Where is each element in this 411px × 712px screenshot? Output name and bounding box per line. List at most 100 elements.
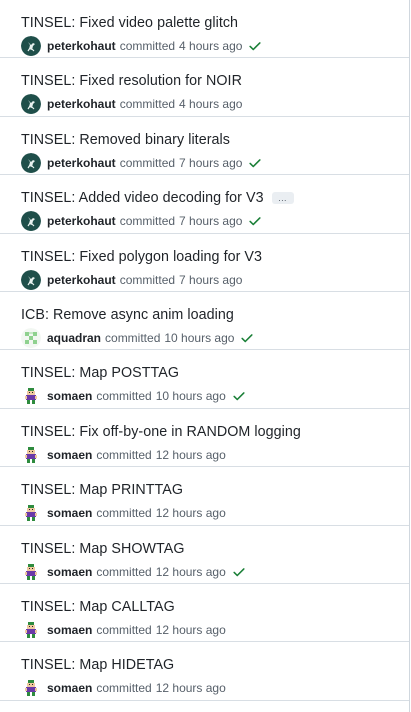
commit-meta: somaen committed 10 hours ago: [21, 386, 401, 407]
commit-meta: somaen committed 12 hours ago: [21, 619, 401, 640]
avatar-aqua-icon[interactable]: [21, 327, 41, 348]
committed-label: committed: [119, 97, 176, 112]
avatar-somaen-icon[interactable]: [21, 386, 41, 407]
author-link[interactable]: somaen: [47, 506, 92, 520]
author-link[interactable]: aquadran: [47, 331, 101, 345]
author-link[interactable]: somaen: [47, 623, 92, 637]
commit-title-line: TINSEL: Map PRINTTAG: [21, 480, 401, 500]
author-link[interactable]: peterkohaut: [47, 39, 116, 53]
author-link[interactable]: peterkohaut: [47, 156, 116, 170]
commit-title-link[interactable]: TINSEL: Fixed polygon loading for V3: [21, 249, 262, 265]
commit-title-link[interactable]: ICB: Remove async anim loading: [21, 307, 234, 323]
avatar-peter-icon[interactable]: [21, 152, 41, 173]
commit-time: 12 hours ago: [155, 564, 226, 579]
author-link[interactable]: somaen: [47, 565, 92, 579]
author-link[interactable]: peterkohaut: [47, 97, 116, 111]
commit-row: TINSEL: Fix off-by-one in RANDOM logging…: [0, 409, 409, 468]
commit-meta: peterkohaut committed 7 hours ago: [21, 269, 401, 290]
author-link[interactable]: somaen: [47, 448, 92, 462]
committed-label: committed: [96, 506, 152, 521]
commit-row: TINSEL: Fixed video palette glitch peter…: [0, 0, 409, 59]
committed-label: committed: [96, 447, 152, 462]
commit-title-line: TINSEL: Map POSTTAG: [21, 363, 401, 383]
avatar-image: [21, 211, 41, 232]
avatar-image: [21, 503, 41, 524]
checks-passed-icon[interactable]: [232, 565, 246, 579]
commit-title-line: TINSEL: Map SHOWTAG: [21, 539, 401, 559]
checks-passed-icon[interactable]: [232, 389, 246, 403]
commit-row: TINSEL: Map PRINTTAG somaen committed 12…: [0, 467, 409, 526]
commit-row: TINSEL: Map POSTTAG somaen committed 10 …: [0, 350, 409, 409]
commit-title-link[interactable]: TINSEL: Added video decoding for V3: [21, 190, 264, 206]
commit-title-line: TINSEL: Added video decoding for V3 …: [21, 188, 401, 208]
commit-title-line: ICB: Remove async anim loading: [21, 305, 401, 325]
avatar-somaen-icon[interactable]: [21, 444, 41, 465]
commit-title-line: TINSEL: Map HIDETAG: [21, 655, 401, 675]
commit-meta: somaen committed 12 hours ago: [21, 678, 401, 699]
avatar-somaen-icon[interactable]: [21, 561, 41, 582]
committed-label: committed: [119, 214, 176, 229]
commit-title-line: TINSEL: Fixed resolution for NOIR: [21, 71, 401, 91]
avatar-image: [21, 619, 41, 640]
checks-passed-icon[interactable]: [240, 331, 254, 345]
avatar-somaen-icon[interactable]: [21, 678, 41, 699]
checks-passed-icon[interactable]: [248, 39, 262, 53]
avatar-somaen-icon[interactable]: [21, 619, 41, 640]
commit-time: 7 hours ago: [179, 155, 243, 170]
commit-meta: peterkohaut committed 4 hours ago: [21, 94, 401, 115]
commit-time: 12 hours ago: [155, 622, 226, 637]
commit-meta: peterkohaut committed 4 hours ago: [21, 36, 401, 56]
commit-title-link[interactable]: TINSEL: Fixed video palette glitch: [21, 15, 238, 31]
committed-label: committed: [96, 622, 152, 637]
commit-meta: aquadran committed 10 hours ago: [21, 327, 401, 348]
committed-label: committed: [119, 155, 176, 170]
commit-title-link[interactable]: TINSEL: Map POSTTAG: [21, 365, 179, 381]
commit-time: 12 hours ago: [155, 681, 226, 696]
commit-row: TINSEL: Map SHOWTAG somaen committed 12 …: [0, 526, 409, 584]
commit-list: TINSEL: Fixed video palette glitch peter…: [0, 0, 410, 712]
checks-passed-icon[interactable]: [248, 156, 262, 170]
commit-row: TINSEL: Added video decoding for V3 … pe…: [0, 175, 409, 234]
expand-description-button[interactable]: …: [271, 192, 294, 205]
author-link[interactable]: peterkohaut: [47, 214, 116, 228]
avatar-peter-icon[interactable]: [21, 211, 41, 232]
avatar-image: [21, 327, 41, 348]
commit-row: ICB: Remove async anim loading aquadran …: [0, 292, 409, 351]
commit-time: 10 hours ago: [155, 389, 226, 404]
author-link[interactable]: somaen: [47, 681, 92, 695]
committed-label: committed: [96, 389, 152, 404]
author-link[interactable]: somaen: [47, 389, 92, 403]
commit-row: TINSEL: Map CALLTAG somaen committed 12 …: [0, 584, 409, 643]
author-link[interactable]: peterkohaut: [47, 273, 116, 287]
commit-title-link[interactable]: TINSEL: Fix off-by-one in RANDOM logging: [21, 424, 301, 440]
commit-time: 12 hours ago: [155, 447, 226, 462]
commit-title-link[interactable]: TINSEL: Fixed resolution for NOIR: [21, 73, 242, 89]
commit-title-link[interactable]: TINSEL: Removed binary literals: [21, 132, 230, 148]
commit-time: 4 hours ago: [179, 39, 243, 53]
commit-row: TINSEL: Map HIDETAG somaen committed 12 …: [0, 642, 409, 701]
commit-meta: peterkohaut committed 7 hours ago: [21, 152, 401, 173]
avatar-image: [21, 561, 41, 582]
committed-label: committed: [96, 681, 152, 696]
commit-title-line: TINSEL: Map CALLTAG: [21, 597, 401, 617]
avatar-peter-icon[interactable]: [21, 269, 41, 290]
commit-row: TINSEL: Removed binary literals peterkoh…: [0, 117, 409, 176]
commit-row: TINSEL: Fixed resolution for NOIR peterk…: [0, 58, 409, 117]
commit-title-line: TINSEL: Fix off-by-one in RANDOM logging: [21, 422, 401, 442]
commit-title-link[interactable]: TINSEL: Map SHOWTAG: [21, 541, 185, 557]
avatar-peter-icon[interactable]: [21, 94, 41, 115]
commit-title-link[interactable]: TINSEL: Map CALLTAG: [21, 599, 175, 615]
avatar-image: [21, 444, 41, 465]
commit-title-line: TINSEL: Fixed video palette glitch: [21, 13, 401, 33]
commit-title-link[interactable]: TINSEL: Map HIDETAG: [21, 657, 174, 673]
commit-meta: somaen committed 12 hours ago: [21, 503, 401, 524]
committed-label: committed: [119, 39, 176, 53]
avatar-somaen-icon[interactable]: [21, 503, 41, 524]
avatar-peter-icon[interactable]: [21, 36, 41, 56]
commit-title-link[interactable]: TINSEL: Map PRINTTAG: [21, 482, 183, 498]
commit-title-line: TINSEL: Fixed polygon loading for V3: [21, 247, 401, 267]
committed-label: committed: [96, 564, 152, 579]
commit-meta: somaen committed 12 hours ago: [21, 444, 401, 465]
checks-passed-icon[interactable]: [248, 214, 262, 228]
committed-label: committed: [105, 330, 161, 345]
